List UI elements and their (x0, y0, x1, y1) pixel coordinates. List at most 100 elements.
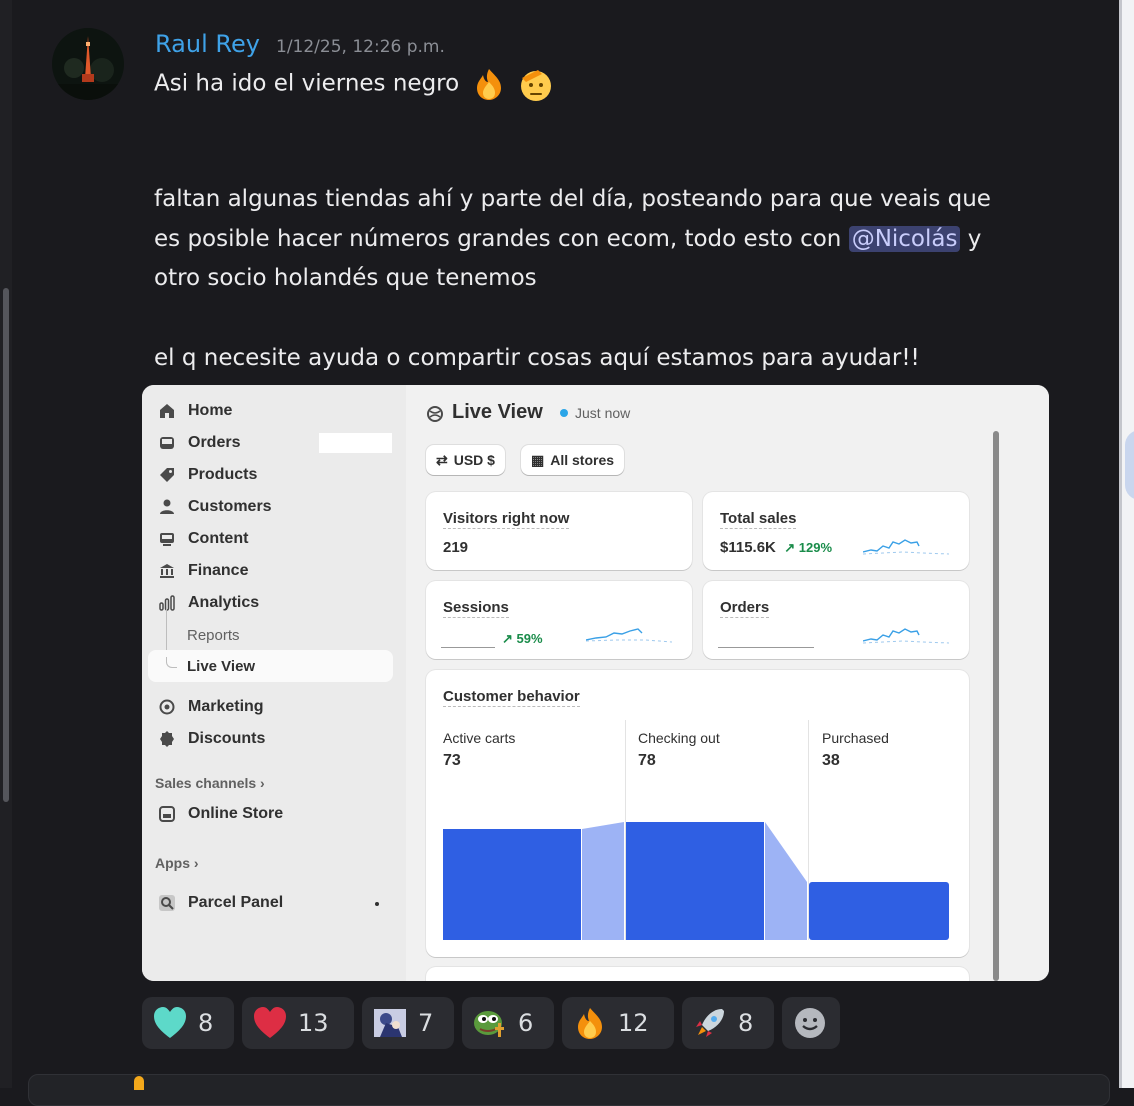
checking-out-value: 78 (638, 752, 656, 769)
nav-parcel-panel: Parcel Panel (158, 888, 398, 918)
nav-customers: Customers (158, 492, 398, 522)
tree-line-corner (166, 657, 177, 668)
sales-channels-header: Sales channels › (155, 775, 265, 791)
visitors-card[interactable]: Visitors right now 219 (426, 492, 692, 570)
attached-image[interactable]: Home Orders Products Customers Content F… (142, 385, 1049, 981)
shopify-main: Live View Just now ⇄ USD $ ▦ All stores Vi… (406, 385, 1049, 981)
nav-label: Orders (188, 434, 241, 451)
nav-label: Discounts (188, 730, 266, 747)
message-input[interactable] (28, 1074, 1110, 1106)
nav-label: Parcel Panel (188, 894, 284, 911)
card-label: Orders (720, 599, 770, 618)
left-scrollbar-thumb[interactable] (3, 288, 9, 802)
purchased-value: 38 (822, 752, 840, 769)
saluting-face-emoji-icon (518, 66, 554, 102)
redacted-block (319, 433, 392, 453)
customer-behavior-card[interactable]: Customer behavior Active carts 73 Checki… (426, 670, 969, 957)
nav-label: Home (188, 402, 233, 419)
inbox-icon (160, 437, 174, 449)
reaction-rocket[interactable]: 8 (682, 997, 774, 1049)
person-icon (160, 499, 174, 514)
value-text: $115.6K (720, 539, 776, 556)
nav-marketing: Marketing (158, 692, 398, 722)
active-carts-label: Active carts (443, 730, 516, 746)
nav-analytics: Analytics (158, 588, 398, 618)
change-text: 59% (516, 631, 543, 646)
active-carts-value: 73 (443, 752, 461, 769)
message-line-2: faltan algunas tiendas ahí y parte del d… (154, 186, 991, 212)
panel-bubble (1125, 430, 1134, 500)
nav-products: Products (158, 460, 398, 490)
user-mention[interactable]: @Nicolás (848, 226, 961, 252)
card-label: Visitors right now (443, 510, 570, 529)
analytics-icon (159, 595, 175, 611)
message-line-1: Asi ha ido el viernes negro (154, 66, 554, 102)
content-icon (160, 533, 174, 546)
nav-home: Home (158, 396, 398, 426)
target-icon (159, 699, 175, 715)
left-scrollbar-track[interactable] (0, 0, 12, 1088)
checking-out-label: Checking out (638, 730, 720, 746)
transition-2 (765, 822, 807, 940)
nav-label: Marketing (188, 698, 264, 715)
card-title: Customer behavior (443, 688, 580, 707)
reaction-teal-heart[interactable]: 8 (142, 997, 234, 1049)
reaction-count: 12 (618, 1009, 649, 1037)
sparkline (586, 628, 672, 643)
redacted-block (718, 625, 814, 647)
avatar[interactable] (52, 28, 124, 100)
nav-reports: Reports (187, 627, 240, 644)
sessions-card[interactable]: Sessions ↗ 59% (426, 581, 692, 659)
message-text: y (960, 226, 982, 252)
nav-label: Content (188, 530, 249, 547)
redacted-block (441, 625, 495, 647)
nav-online-store: Online Store (158, 799, 398, 829)
bar-active-carts (443, 829, 581, 940)
next-card (426, 967, 969, 981)
total-sales-card[interactable]: Total sales $115.6K ↗ 129% (703, 492, 969, 570)
message-text: Asi ha ido el viernes negro (154, 70, 460, 97)
message-text: es posible hacer números grandes con eco… (154, 226, 849, 252)
add-reaction-button[interactable] (782, 997, 840, 1049)
home-icon (160, 404, 174, 418)
reaction-fire[interactable]: 12 (562, 997, 674, 1049)
bar-purchased (809, 882, 949, 940)
store-selector[interactable]: ▦ All stores (521, 445, 625, 475)
exchange-icon: ⇄ (436, 451, 448, 468)
fire-icon (578, 1008, 602, 1039)
section-label: Apps (155, 855, 190, 871)
nav-content: Content (158, 524, 398, 554)
inner-scrollbar[interactable] (993, 431, 999, 981)
card-value: 219 (443, 539, 469, 556)
store-icon (159, 806, 175, 822)
reaction-count: 7 (418, 1009, 434, 1037)
nav-discounts: Discounts (158, 724, 398, 754)
nav-live-view: Live View (187, 658, 256, 675)
nav-label: Finance (188, 562, 249, 579)
pill-label: USD $ (453, 452, 495, 468)
teal-heart-icon (154, 1007, 186, 1038)
sparkline (863, 628, 949, 644)
orders-card[interactable]: Orders (703, 581, 969, 659)
nav-label: Online Store (188, 805, 284, 822)
message-timestamp: 1/12/25, 12:26 p.m. (276, 37, 445, 57)
purchased-label: Purchased (822, 730, 889, 746)
change-text: 129% (798, 540, 832, 555)
change-badge: ↗ 129% (784, 540, 832, 555)
shopify-sidebar: Home Orders Products Customers Content F… (142, 385, 406, 981)
reaction-count: 13 (298, 1009, 329, 1037)
reaction-custom[interactable]: 7 (362, 997, 454, 1049)
nav-label: Analytics (188, 594, 260, 611)
message-author[interactable]: Raul Rey (155, 30, 260, 58)
bank-icon (160, 564, 174, 578)
right-panel-edge (1119, 0, 1134, 1088)
currency-selector[interactable]: ⇄ USD $ (426, 445, 505, 475)
smiley-icon (795, 1008, 825, 1038)
nav-finance: Finance (158, 556, 398, 586)
reaction-red-heart[interactable]: 13 (242, 997, 354, 1049)
page-title: Live View (452, 401, 543, 423)
sparkline (863, 539, 949, 555)
reaction-pepe[interactable]: 6 (462, 997, 554, 1049)
building-icon: ▦ (531, 451, 545, 468)
message-line-5: el q necesite ayuda o compartir cosas aq… (154, 345, 920, 371)
